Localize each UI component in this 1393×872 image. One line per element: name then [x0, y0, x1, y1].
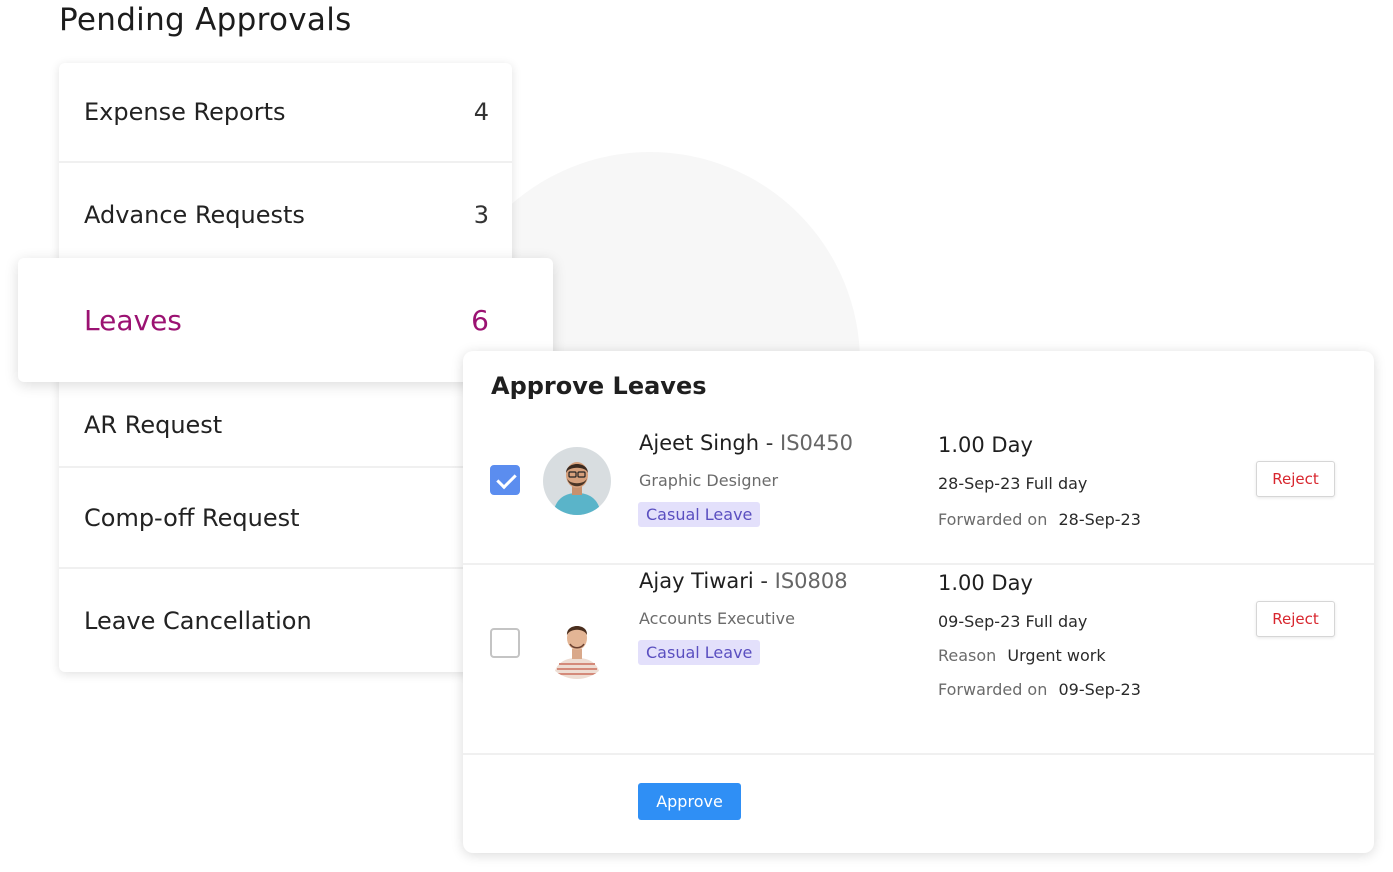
- avatar: [543, 447, 611, 515]
- forwarded-label: Forwarded on: [938, 510, 1048, 529]
- select-checkbox[interactable]: [490, 628, 520, 658]
- forwarded-date: 28-Sep-23: [1058, 510, 1141, 529]
- category-label: Comp-off Request: [84, 503, 300, 532]
- leave-reason: Reason Urgent work: [938, 646, 1106, 665]
- employee-name: Ajeet Singh - IS0450: [639, 431, 853, 455]
- employee-role: Graphic Designer: [639, 471, 779, 490]
- leave-days: 1.00 Day: [938, 433, 1033, 457]
- category-count: 3: [473, 201, 489, 229]
- employee-code: IS0450: [780, 431, 853, 455]
- leave-date: 28-Sep-23 Full day: [938, 474, 1088, 493]
- category-count: 6: [471, 303, 489, 337]
- leave-date: 09-Sep-23 Full day: [938, 612, 1088, 631]
- leave-request-row: Ajay Tiwari - IS0808 Accounts Executive …: [463, 565, 1374, 755]
- select-checkbox[interactable]: [490, 465, 520, 495]
- category-comp-off-request[interactable]: Comp-off Request: [59, 468, 512, 569]
- avatar: [543, 611, 611, 679]
- reason-label: Reason: [938, 646, 997, 665]
- leave-days: 1.00 Day: [938, 571, 1033, 595]
- approve-leaves-panel: Approve Leaves Ajeet Singh - IS0450 Grap…: [463, 351, 1374, 853]
- category-label: Leaves: [84, 303, 182, 337]
- category-label: Advance Requests: [84, 201, 305, 229]
- category-ar-request[interactable]: AR Request: [59, 383, 512, 468]
- employee-name-text: Ajay Tiwari: [639, 569, 754, 593]
- forwarded-on: Forwarded on 09-Sep-23: [938, 680, 1141, 699]
- category-label: Leave Cancellation: [84, 606, 312, 635]
- category-advance-requests[interactable]: Advance Requests 3: [59, 163, 512, 269]
- reject-button[interactable]: Reject: [1256, 461, 1335, 497]
- category-leave-cancellation[interactable]: Leave Cancellation: [59, 569, 512, 672]
- panel-title: Approve Leaves: [491, 372, 707, 400]
- employee-name-text: Ajeet Singh: [639, 431, 760, 455]
- name-separator: -: [760, 569, 768, 593]
- forwarded-label: Forwarded on: [938, 680, 1048, 699]
- employee-name: Ajay Tiwari - IS0808: [639, 569, 848, 593]
- category-label: AR Request: [84, 410, 223, 439]
- leave-type-badge: Casual Leave: [638, 502, 761, 527]
- name-separator: -: [765, 431, 774, 455]
- category-expense-reports[interactable]: Expense Reports 4: [59, 63, 512, 163]
- category-count: 4: [473, 98, 489, 126]
- employee-role: Accounts Executive: [639, 609, 795, 628]
- page-title: Pending Approvals: [59, 2, 352, 38]
- forwarded-on: Forwarded on 28-Sep-23: [938, 510, 1141, 529]
- forwarded-date: 09-Sep-23: [1058, 680, 1141, 699]
- reason-text: Urgent work: [1007, 646, 1106, 665]
- approve-button[interactable]: Approve: [638, 783, 741, 820]
- employee-code: IS0808: [774, 569, 848, 593]
- reject-button[interactable]: Reject: [1256, 601, 1335, 637]
- leave-type-badge: Casual Leave: [638, 640, 761, 665]
- category-label: Expense Reports: [84, 98, 286, 126]
- leave-request-row: Ajeet Singh - IS0450 Graphic Designer Ca…: [463, 427, 1374, 565]
